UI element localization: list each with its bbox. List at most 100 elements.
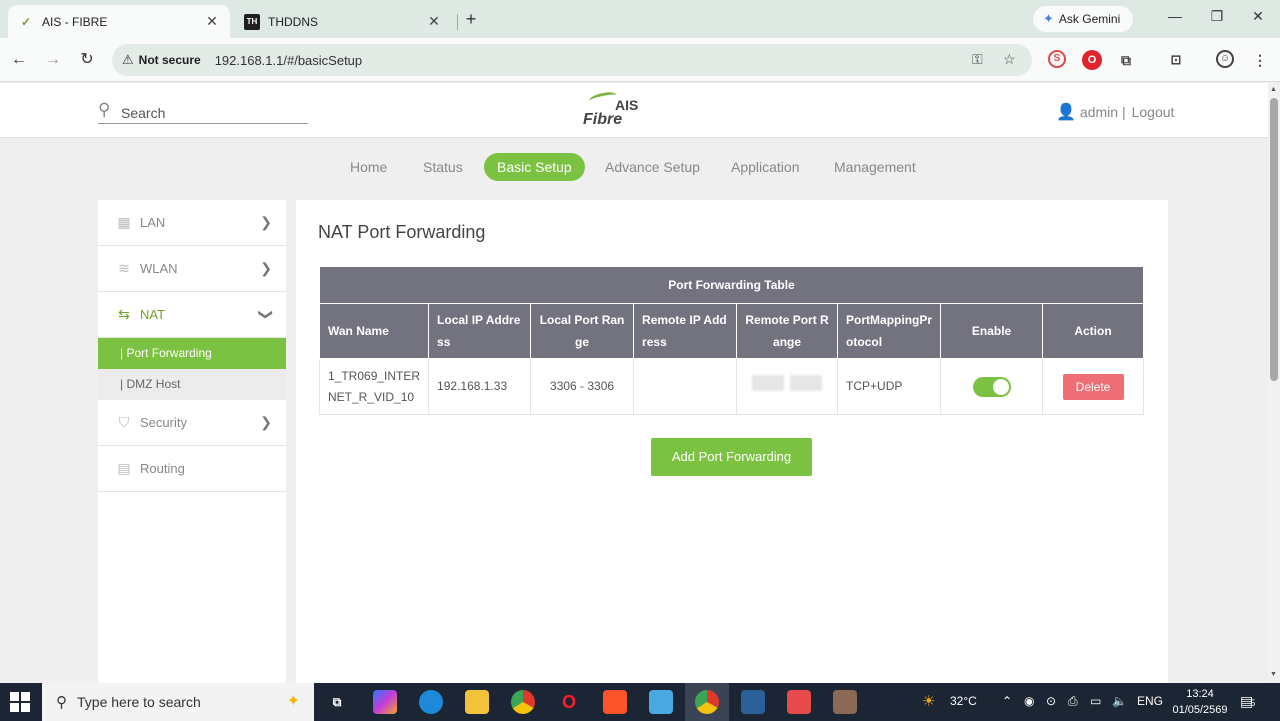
gemini-star-icon: ✦ [1043,11,1054,26]
page-title: NAT Port Forwarding [318,222,486,242]
add-port-forwarding-button[interactable]: Add Port Forwarding [651,438,812,476]
tray-app-icon[interactable]: ⊙ [1046,694,1056,708]
sidebar-item-lan[interactable]: ▦ LAN ❯ [98,200,286,246]
sidebar: ▦ LAN ❯ ≋ WLAN ❯ ⇆ NAT ❯ | Port Forwardi… [98,200,286,683]
file-explorer-icon[interactable] [465,690,489,714]
toggle-knob [992,378,1009,395]
search-box[interactable]: ⚲ Search [98,100,308,124]
tray-network-icon[interactable]: ⎙ [1068,694,1078,709]
logout-link[interactable]: Logout [1132,104,1175,120]
back-icon[interactable]: ← [8,49,30,71]
tray-chevron-icon[interactable]: ⌃ [1002,694,1012,708]
nav-application[interactable]: Application [718,153,813,181]
scroll-down-icon[interactable]: ▼ [1270,671,1277,678]
close-window-icon[interactable]: ✕ [1248,8,1268,25]
sidebar-item-wlan[interactable]: ≋ WLAN ❯ [98,246,286,292]
reload-icon[interactable]: ↻ [76,49,98,71]
page-scrollbar[interactable]: ▲ ▼ [1268,83,1280,683]
page-header: ⚲ Search AIS Fibre 👤 admin | Logout [0,83,1268,138]
windows-taskbar: ⚲ Type here to search ✦ ⧉ O ☀ 32°C ⌃ ◉ ⊙… [0,683,1280,721]
task-view-icon[interactable]: ⧉ [325,690,349,714]
sidebar-subitem-dmz-host[interactable]: | DMZ Host [98,369,286,400]
menu-kebab-icon[interactable]: ⋮ [1250,50,1270,70]
notification-count: 5 [1250,698,1256,708]
scrollbar-thumb[interactable] [1270,98,1278,381]
app-icon[interactable] [833,690,857,714]
cell-local-ip: 192.168.1.33 [428,358,532,415]
sidebar-item-security[interactable]: ⛉ Security ❯ [98,400,286,446]
scroll-up-icon[interactable]: ▲ [1270,86,1277,93]
language-indicator[interactable]: ENG [1137,694,1163,708]
bookmark-star-icon[interactable]: ☆ [1003,51,1016,68]
redacted-value [790,375,823,391]
opera-icon[interactable]: O [557,690,581,714]
weather-temp[interactable]: 32°C [950,694,977,708]
router-page: ⚲ Search AIS Fibre 👤 admin | Logout Home… [0,83,1268,683]
column-header: Local Port Ran ge [530,303,635,359]
sidebar-item-nat[interactable]: ⇆ NAT ❯ [98,292,286,338]
close-tab-icon[interactable]: ✕ [426,13,442,30]
sidebar-subitem-port-forwarding[interactable]: | Port Forwarding [98,338,286,369]
mysql-workbench-icon[interactable] [741,690,765,714]
security-label[interactable]: Not secure [139,53,201,67]
cell-action: Delete [1042,358,1144,415]
warning-icon[interactable]: ⚠ [122,52,134,68]
user-icon: 👤 [1056,104,1076,121]
chevron-down-icon: ❯ [258,308,275,321]
battery-icon[interactable]: ▭ [1090,694,1101,708]
opera-extension-icon[interactable]: O [1082,50,1102,70]
clock-date: 01/05/2569 [1172,704,1228,716]
search-input[interactable]: Search [121,105,165,121]
close-tab-icon[interactable]: ✕ [204,13,220,30]
chrome-icon[interactable] [511,690,535,714]
nav-basic-setup[interactable]: Basic Setup [484,153,585,181]
extension-s-icon[interactable]: S [1048,50,1066,68]
router-icon: ▤ [117,460,131,476]
nav-home[interactable]: Home [337,153,400,181]
minimize-icon[interactable]: — [1165,8,1185,24]
nav-advance-setup[interactable]: Advance Setup [592,153,713,181]
tab-title: AIS - FIBRE [42,14,108,29]
edge-icon[interactable] [419,690,443,714]
main-nav: Home Status Basic Setup Advance Setup Ap… [0,153,1268,183]
nav-management[interactable]: Management [821,153,929,181]
key-icon[interactable]: ⚿ [972,51,983,68]
ask-gemini-button[interactable]: ✦ Ask Gemini [1033,6,1133,32]
sidebar-item-label: WLAN [140,261,178,276]
tray-record-icon[interactable]: ◉ [1024,694,1034,708]
clock[interactable]: 13:24 01/05/2569 [1172,686,1228,718]
th-favicon-icon: TH [244,13,260,30]
chrome-profile-icon[interactable] [695,690,719,714]
tab-thddns[interactable]: TH THDDNS ✕ [234,5,452,38]
taskbar-search-input[interactable]: Type here to search [77,694,201,710]
nav-status[interactable]: Status [410,153,476,181]
building-icon: ▦ [117,214,131,230]
address-bar[interactable]: ⚠ Not secure 192.168.1.1/#/basicSetup [112,44,1032,76]
table-caption: Port Forwarding Table [319,266,1144,304]
volume-icon[interactable]: 🔈 [1112,694,1127,708]
weather-icon[interactable]: ☀ [922,692,935,710]
tab-search-icon[interactable]: ⊡ [1166,50,1186,70]
windows-start-icon[interactable] [10,692,30,712]
anydesk-icon[interactable] [787,690,811,714]
profile-icon[interactable]: ☺ [1216,50,1234,68]
sidebar-item-routing[interactable]: ▤ Routing [98,446,286,492]
new-tab-icon[interactable]: + [460,9,482,31]
user-area: 👤 admin | Logout [1056,102,1174,122]
restore-icon[interactable]: ❐ [1207,8,1227,25]
copilot-icon[interactable] [373,690,397,714]
notification-icon[interactable]: ▤5 [1240,693,1255,710]
cell-enable [940,358,1044,415]
delete-button[interactable]: Delete [1062,373,1124,400]
tab-ais-fibre[interactable]: ✓ AIS - FIBRE ✕ [8,5,230,38]
sidebar-item-label: Security [140,415,187,430]
enable-toggle[interactable] [972,376,1011,397]
taskbar-search[interactable]: ⚲ Type here to search ✦ [42,683,314,721]
url-text[interactable]: 192.168.1.1/#/basicSetup [215,53,362,68]
forward-icon[interactable]: → [42,49,64,71]
column-header: Remote IP Add ress [633,303,738,359]
redacted-value [752,375,785,391]
extensions-puzzle-icon[interactable]: ⧉ [1116,50,1136,70]
app-icon[interactable] [649,690,673,714]
brave-icon[interactable] [603,690,627,714]
